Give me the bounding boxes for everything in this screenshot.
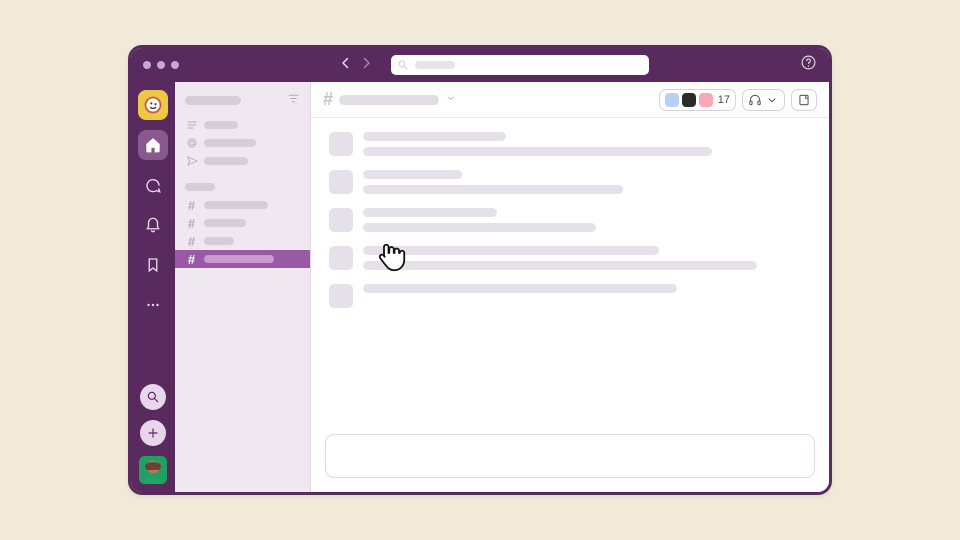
message-line-ghost: [363, 170, 462, 179]
message-line-ghost: [363, 185, 623, 194]
sidebar-channel-item[interactable]: #: [175, 196, 310, 214]
message-avatar: [329, 170, 353, 194]
search-icon: [397, 59, 409, 71]
message-avatar: [329, 284, 353, 308]
message-line-ghost: [363, 132, 506, 141]
search-placeholder-ghost: [415, 61, 455, 69]
nav-forward-button[interactable]: [357, 54, 375, 77]
filter-button[interactable]: [287, 92, 300, 108]
threads-icon: [185, 119, 198, 131]
sidebar-channel-item[interactable]: #: [175, 214, 310, 232]
at-icon: [185, 137, 198, 149]
hash-icon: #: [323, 89, 333, 110]
message-avatar: [329, 246, 353, 270]
rail-more-button[interactable]: [138, 290, 168, 320]
message-list: [311, 118, 829, 426]
channel-members-button[interactable]: 17: [659, 89, 736, 111]
channel-sidebar: # # # #: [175, 82, 311, 492]
main-panel: # 17: [311, 82, 829, 492]
sidebar-item-label: [204, 157, 248, 165]
message-line-ghost: [363, 261, 757, 270]
member-avatar-icon: [699, 93, 713, 107]
message-line-ghost: [363, 284, 677, 293]
channel-name-button[interactable]: #: [323, 89, 457, 110]
search-input[interactable]: [391, 55, 649, 75]
member-avatar-icon: [682, 93, 696, 107]
canvas-button[interactable]: [791, 89, 817, 111]
nav-back-button[interactable]: [337, 54, 355, 77]
member-avatar-icon: [665, 93, 679, 107]
message-line-ghost: [363, 223, 596, 232]
hash-icon: #: [185, 199, 198, 212]
workspace-rail: [131, 82, 175, 492]
message-item[interactable]: [329, 284, 811, 308]
hash-icon: #: [185, 217, 198, 230]
traffic-light-zoom-icon[interactable]: [171, 61, 179, 69]
member-count: 17: [718, 94, 730, 106]
message-line-ghost: [363, 208, 497, 217]
canvas-icon: [797, 93, 811, 107]
rail-dms-button[interactable]: [138, 170, 168, 200]
send-icon: [185, 155, 198, 167]
sidebar-item-mentions[interactable]: [175, 134, 310, 152]
sidebar-item-label: [204, 201, 268, 209]
rail-saved-button[interactable]: [138, 250, 168, 280]
message-item[interactable]: [329, 246, 811, 270]
message-avatar: [329, 132, 353, 156]
help-button[interactable]: [800, 54, 817, 76]
traffic-light-minimize-icon[interactable]: [157, 61, 165, 69]
channel-name-ghost: [339, 95, 439, 105]
sidebar-item-drafts[interactable]: [175, 152, 310, 170]
sidebar-item-label: [204, 121, 238, 129]
message-line-ghost: [363, 147, 712, 156]
sidebar-item-label: [204, 237, 234, 245]
chevron-down-icon: [445, 91, 457, 109]
rail-search-button[interactable]: [140, 384, 166, 410]
sidebar-item-label: [204, 139, 256, 147]
message-item[interactable]: [329, 208, 811, 232]
sidebar-item-threads[interactable]: [175, 116, 310, 134]
hash-icon: #: [185, 253, 198, 266]
headphones-icon: [748, 93, 762, 107]
message-avatar: [329, 208, 353, 232]
sidebar-channel-item-selected[interactable]: #: [175, 250, 310, 268]
huddle-button[interactable]: [742, 89, 785, 111]
sidebar-section-label: [185, 183, 215, 191]
message-composer[interactable]: [325, 434, 815, 478]
sidebar-section-channels[interactable]: [175, 178, 310, 196]
channel-header: # 17: [311, 82, 829, 118]
sidebar-channel-item[interactable]: #: [175, 232, 310, 250]
message-line-ghost: [363, 246, 659, 255]
window-controls[interactable]: [143, 61, 179, 69]
message-item[interactable]: [329, 170, 811, 194]
user-avatar[interactable]: [139, 456, 167, 484]
app-window: # # # # #: [128, 45, 832, 495]
rail-home-button[interactable]: [138, 130, 168, 160]
message-item[interactable]: [329, 132, 811, 156]
titlebar: [131, 48, 829, 82]
sidebar-item-label: [204, 255, 274, 263]
workspace-name-ghost[interactable]: [185, 96, 241, 105]
rail-activity-button[interactable]: [138, 210, 168, 240]
sidebar-item-label: [204, 219, 246, 227]
traffic-light-close-icon[interactable]: [143, 61, 151, 69]
chevron-down-icon: [765, 93, 779, 107]
hash-icon: #: [185, 235, 198, 248]
workspace-switcher[interactable]: [138, 90, 168, 120]
rail-new-message-button[interactable]: [140, 420, 166, 446]
